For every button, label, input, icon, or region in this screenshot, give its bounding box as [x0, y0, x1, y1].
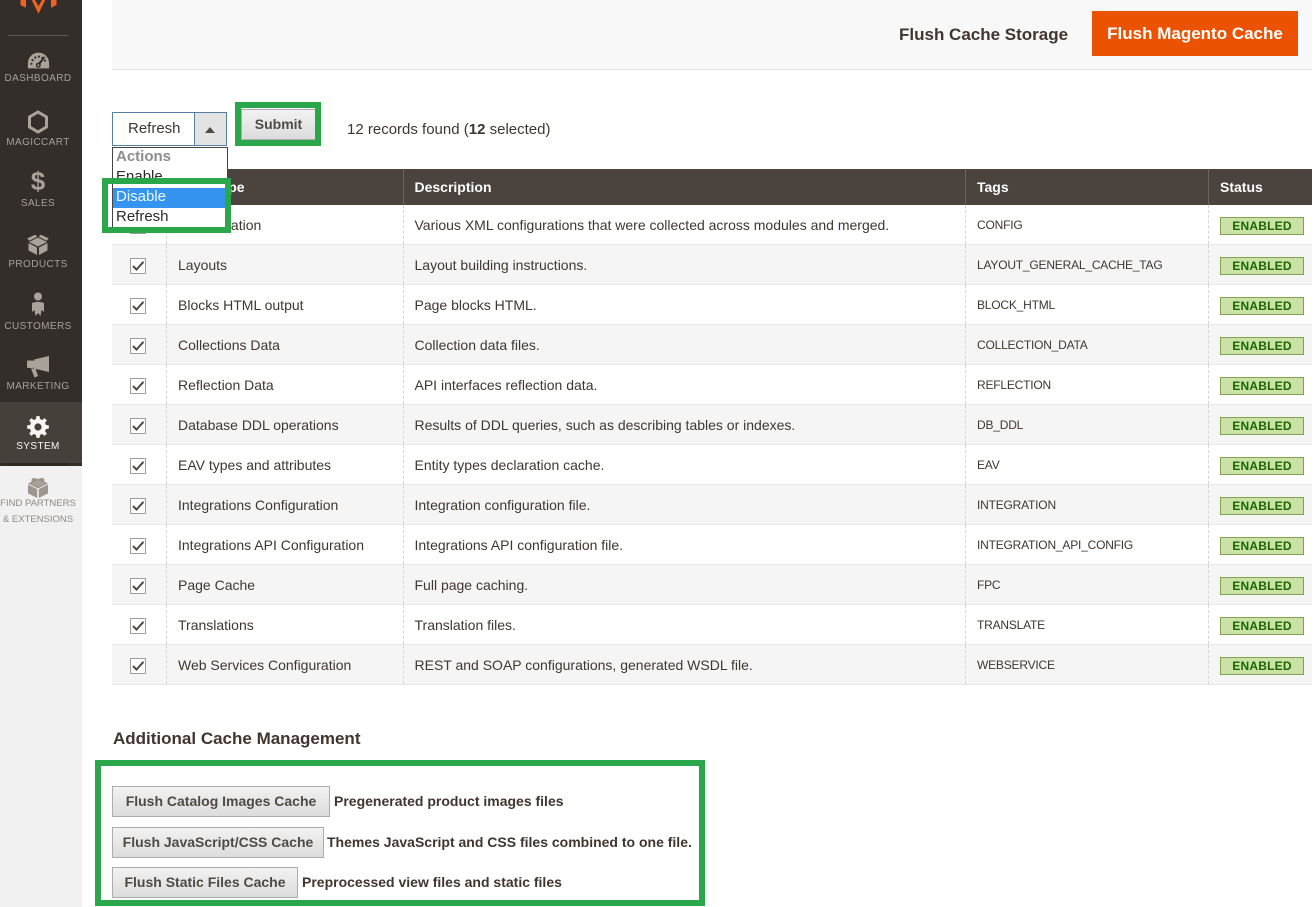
- svg-text:$: $: [31, 169, 46, 195]
